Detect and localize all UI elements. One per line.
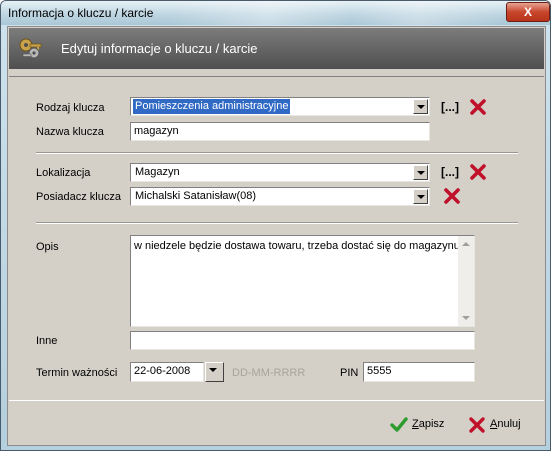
termin-date-dropdown[interactable] xyxy=(205,362,224,382)
form-panel: Rodzaj klucza Pomieszczenia administracy… xyxy=(9,76,544,401)
rodzaj-select[interactable]: Pomieszczenia administracyjne xyxy=(130,97,430,116)
red-x-icon xyxy=(469,417,485,433)
green-check-icon xyxy=(390,417,408,432)
opis-label: Opis xyxy=(36,241,59,253)
posiadacz-clear-icon[interactable] xyxy=(443,187,461,205)
cancel-label: Anuluj xyxy=(490,418,521,430)
termin-date-input[interactable]: 22-06-2008 xyxy=(130,362,204,382)
window-title: Informacja o kluczu / karcie xyxy=(8,6,154,20)
rodzaj-value: Pomieszczenia administracyjne xyxy=(133,99,291,114)
opis-text: w niedzele będzie dostawa towaru, trzeba… xyxy=(134,240,463,252)
chevron-down-icon[interactable] xyxy=(413,99,428,114)
lokalizacja-value: Magazyn xyxy=(135,166,180,178)
rodzaj-browse-button[interactable]: [...] xyxy=(441,100,459,114)
pin-label: PIN xyxy=(340,367,359,379)
save-label: Zapisz xyxy=(412,418,444,430)
save-button[interactable]: Zapisz xyxy=(390,415,450,435)
cancel-rest: nuluj xyxy=(497,418,521,430)
inne-input[interactable] xyxy=(130,331,475,350)
separator-1 xyxy=(36,152,518,154)
posiadacz-value: Michalski Satanisław(08) xyxy=(135,190,257,202)
cancel-button[interactable]: Anuluj xyxy=(468,415,528,435)
title-bar[interactable]: Informacja o kluczu / karcie X xyxy=(1,1,550,25)
inne-label: Inne xyxy=(36,335,58,347)
dialog-header: Edytuj informacje o kluczu / karcie xyxy=(9,28,544,69)
rodzaj-clear-icon[interactable] xyxy=(469,98,487,116)
chevron-down-icon[interactable] xyxy=(413,165,428,180)
nazwa-label: Nazwa klucza xyxy=(36,126,104,138)
posiadacz-label: Posiadacz klucza xyxy=(36,191,121,203)
opis-scrollbar[interactable] xyxy=(458,236,474,326)
pin-input[interactable]: 5555 xyxy=(363,362,475,382)
scroll-down-icon[interactable] xyxy=(458,310,474,326)
close-icon: X xyxy=(523,5,532,19)
save-mnemonic: Z xyxy=(412,418,419,430)
dialog-window: Informacja o kluczu / karcie X Edytuj in… xyxy=(0,0,551,451)
lokalizacja-clear-icon[interactable] xyxy=(469,163,487,181)
chevron-down-icon[interactable] xyxy=(413,189,428,204)
rodzaj-label: Rodzaj klucza xyxy=(36,102,105,114)
dialog-client: Edytuj informacje o kluczu / karcie Rodz… xyxy=(7,26,546,446)
lokalizacja-browse-button[interactable]: [...] xyxy=(441,165,459,179)
lokalizacja-label: Lokalizacja xyxy=(36,167,91,179)
lokalizacja-select[interactable]: Magazyn xyxy=(130,163,430,182)
termin-label: Termin ważności xyxy=(36,367,118,379)
scroll-up-icon[interactable] xyxy=(458,236,474,252)
close-button[interactable]: X xyxy=(506,2,550,22)
opis-textarea[interactable]: w niedzele będzie dostawa towaru, trzeba… xyxy=(130,235,475,327)
chevron-down-icon[interactable] xyxy=(205,362,224,382)
keys-icon xyxy=(19,38,42,59)
header-title: Edytuj informacje o kluczu / karcie xyxy=(61,41,258,56)
title-bar-glare xyxy=(171,1,501,25)
save-rest: apisz xyxy=(418,418,445,430)
separator-2 xyxy=(36,222,518,224)
posiadacz-select[interactable]: Michalski Satanisław(08) xyxy=(130,187,430,206)
date-format-hint: DD-MM-RRRR xyxy=(232,367,306,379)
nazwa-input[interactable]: magazyn xyxy=(130,122,430,141)
